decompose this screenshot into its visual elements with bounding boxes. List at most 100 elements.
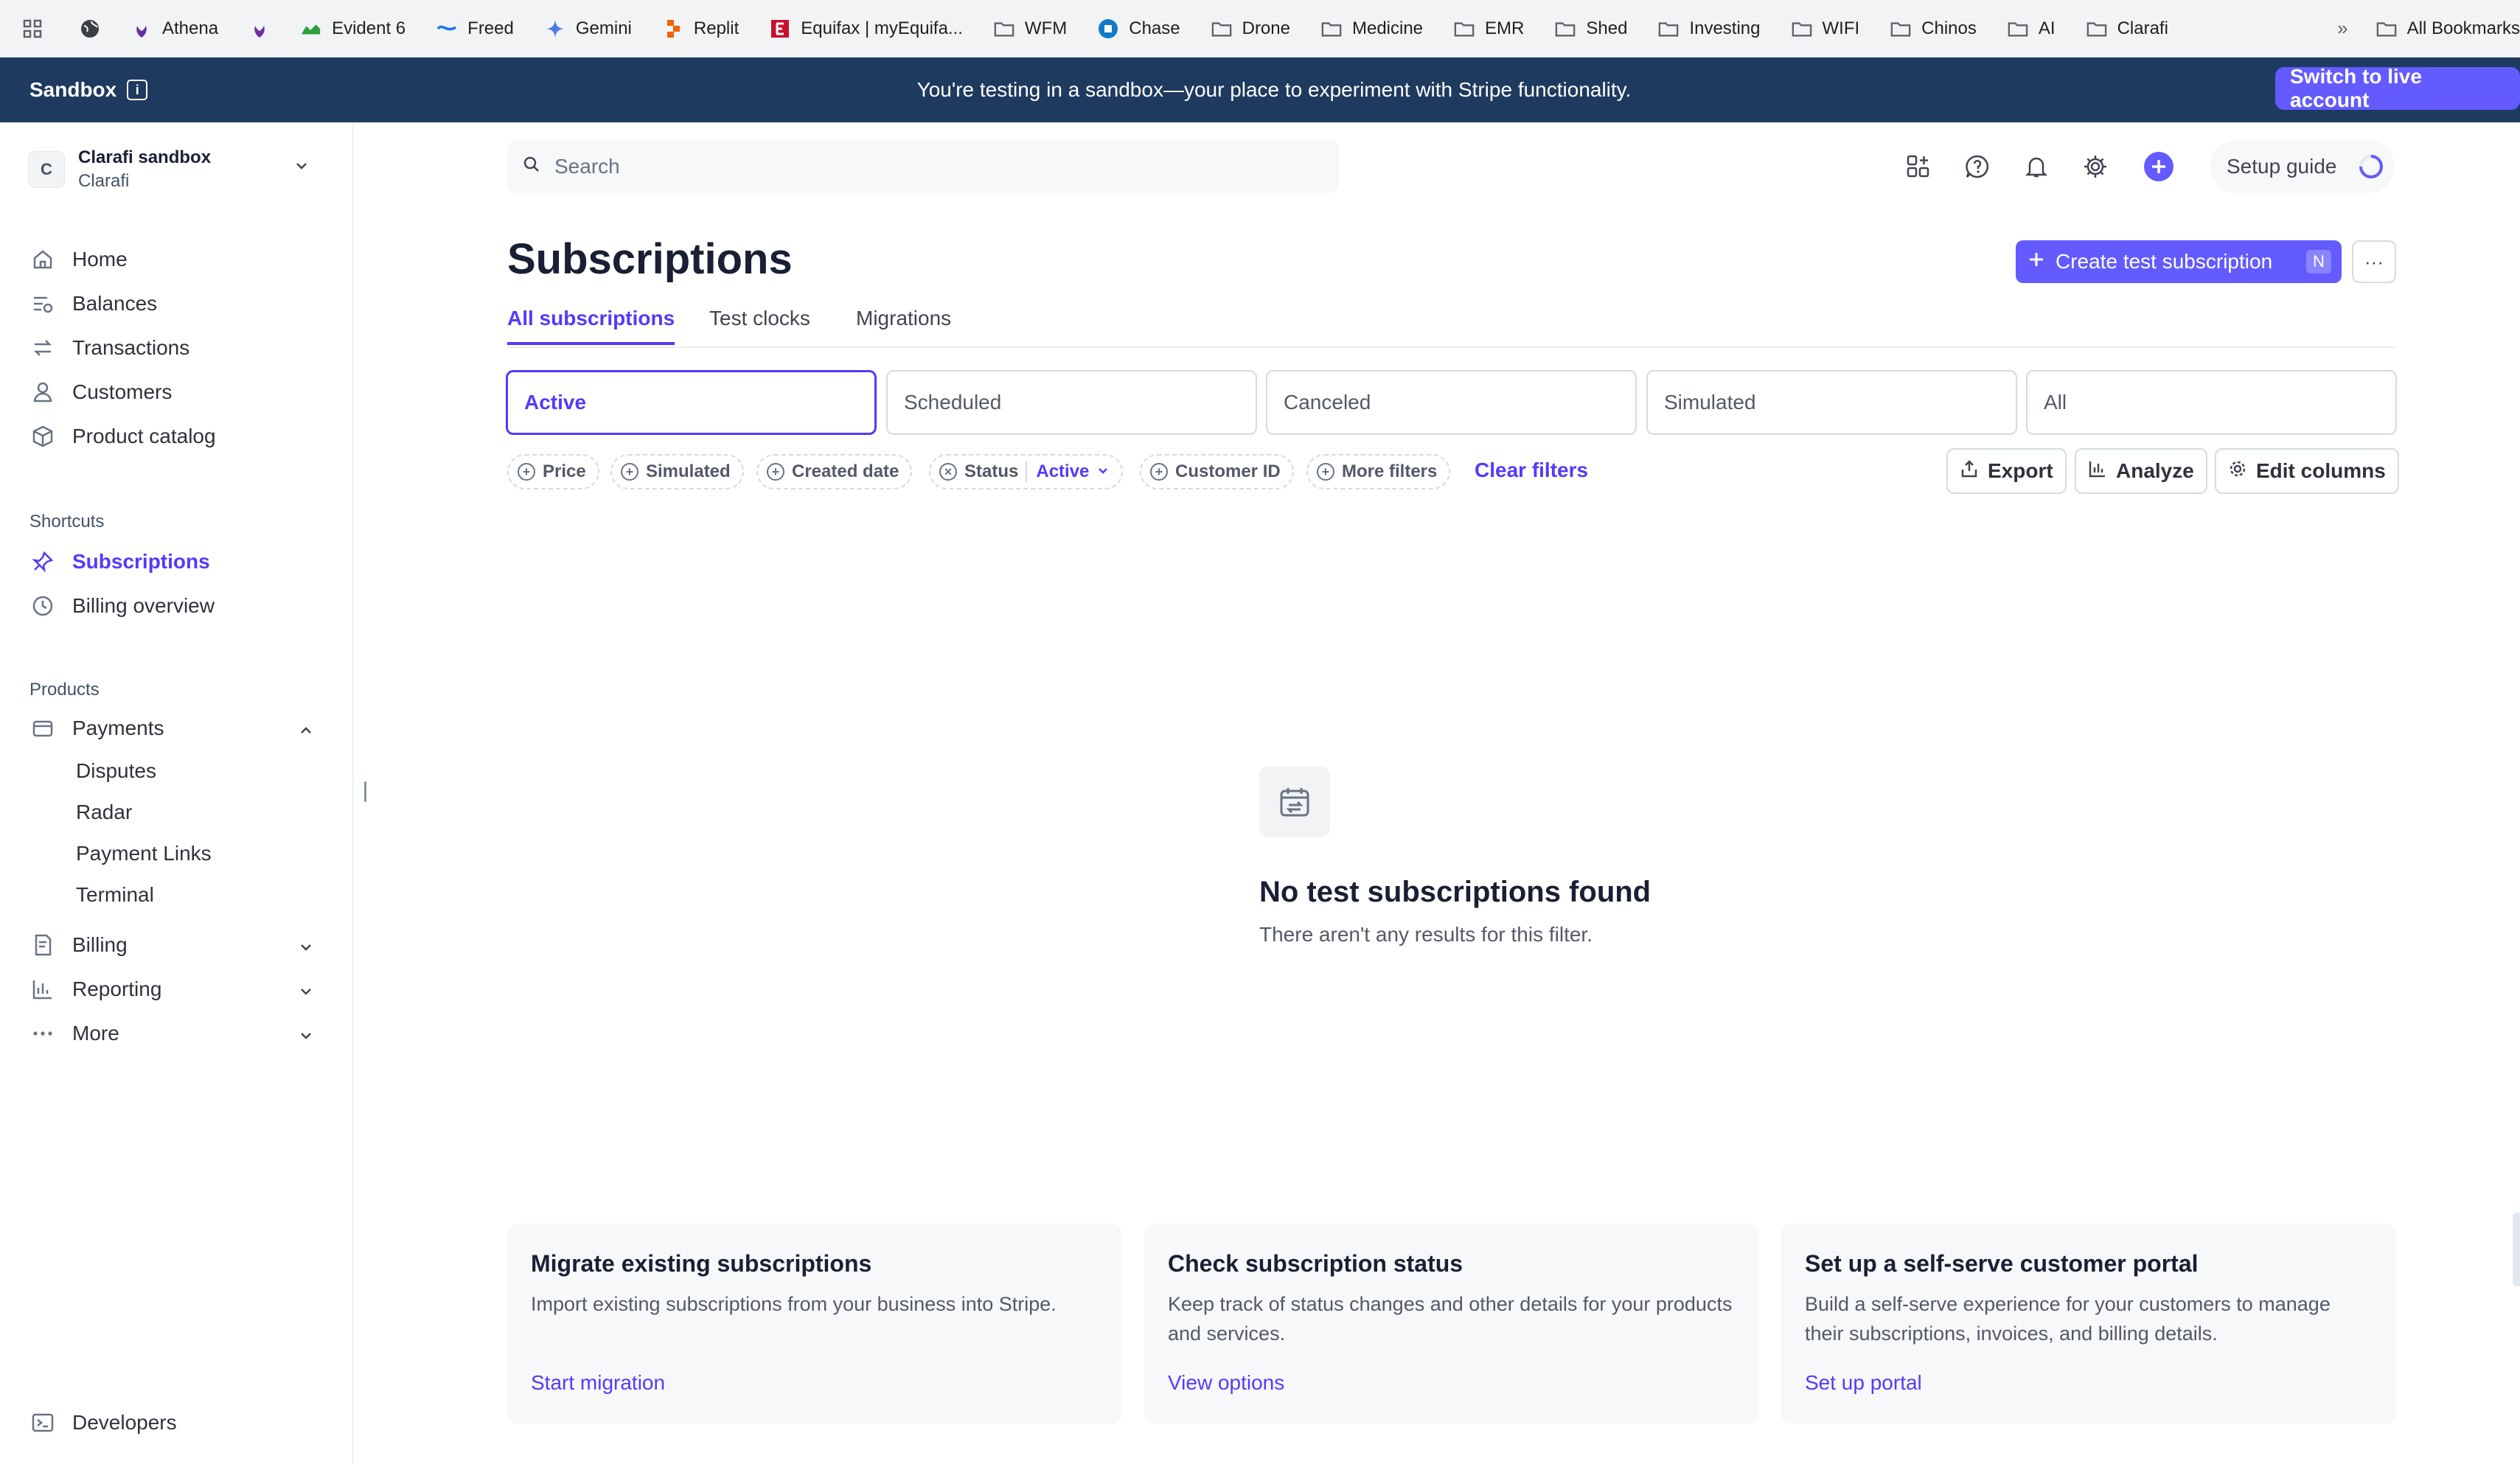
sidebar-item-customers[interactable]: Customers bbox=[29, 379, 172, 405]
create-test-subscription-button[interactable]: Create test subscription N bbox=[2016, 240, 2342, 283]
sidebar-resize-handle[interactable] bbox=[364, 781, 366, 802]
bookmark-label: WFM bbox=[1024, 18, 1068, 38]
help-icon[interactable] bbox=[1963, 152, 1992, 181]
bookmark-folder-ai[interactable]: AI bbox=[2008, 18, 2056, 39]
bookmark-label: Investing bbox=[1689, 18, 1761, 38]
sidebar-subitem-terminal[interactable]: Terminal bbox=[76, 883, 154, 907]
plus-circle-icon: + bbox=[1150, 463, 1168, 481]
sidebar-item-billing-overview[interactable]: Billing overview bbox=[29, 593, 215, 619]
tab-all-subscriptions[interactable]: All subscriptions bbox=[507, 307, 675, 345]
setup-guide-button[interactable]: Setup guide bbox=[2210, 140, 2395, 193]
billing-icon bbox=[29, 932, 56, 958]
plus-icon bbox=[2028, 250, 2045, 273]
empty-state-subtitle: There aren't any results for this filter… bbox=[1259, 923, 1593, 946]
card-title: Set up a self-serve customer portal bbox=[1805, 1250, 2199, 1277]
sidebar-subitem-payment-links[interactable]: Payment Links bbox=[76, 842, 212, 865]
status-card-all[interactable]: All bbox=[2026, 370, 2397, 435]
account-switcher[interactable]: C Clarafi sandbox Clarafi bbox=[28, 143, 323, 196]
filter-more-filters[interactable]: + More filters bbox=[1306, 454, 1451, 489]
chevron-down-icon[interactable] bbox=[298, 1028, 314, 1048]
bookmark-equifax[interactable]: Equifax | myEquifa... bbox=[770, 18, 963, 39]
view-options-link[interactable]: View options bbox=[1168, 1371, 1284, 1395]
bookmark-folder-shed[interactable]: Shed bbox=[1555, 18, 1627, 39]
filter-customer-id[interactable]: + Customer ID bbox=[1140, 454, 1294, 489]
filter-label: More filters bbox=[1342, 461, 1438, 481]
status-card-canceled[interactable]: Canceled bbox=[1266, 370, 1637, 435]
gear-icon[interactable] bbox=[2081, 152, 2110, 181]
shortcuts-heading: Shortcuts bbox=[29, 512, 105, 531]
status-card-active[interactable]: Active bbox=[506, 370, 877, 435]
more-actions-button[interactable]: ··· bbox=[2352, 240, 2396, 283]
sidebar-item-reporting[interactable]: Reporting bbox=[29, 976, 161, 1003]
edit-columns-label: Edit columns bbox=[2256, 459, 2386, 482]
plus-circle-icon: + bbox=[1317, 463, 1334, 481]
folder-icon bbox=[1792, 18, 1812, 39]
bookmark-label: Chinos bbox=[1921, 18, 1977, 38]
filter-price[interactable]: + Price bbox=[507, 454, 599, 489]
sidebar-item-payments[interactable]: Payments bbox=[29, 715, 164, 742]
apps-icon[interactable] bbox=[22, 18, 43, 39]
export-button[interactable]: Export bbox=[1946, 448, 2067, 494]
sidebar-subitem-disputes[interactable]: Disputes bbox=[76, 759, 156, 783]
bookmark-folder-medicine[interactable]: Medicine bbox=[1321, 18, 1423, 39]
chevron-up-icon[interactable] bbox=[298, 722, 314, 742]
apps-grid-icon[interactable] bbox=[1904, 152, 1933, 181]
bookmark-folder-drone[interactable]: Drone bbox=[1211, 18, 1290, 39]
bell-icon[interactable] bbox=[2022, 152, 2051, 181]
sidebar-item-balances[interactable]: Balances bbox=[29, 290, 157, 317]
bookmarks-overflow-button[interactable]: » bbox=[2337, 17, 2347, 40]
filter-status[interactable]: × Status Active bbox=[929, 454, 1124, 489]
bookmark-label: Replit bbox=[693, 18, 739, 38]
sidebar-subitem-radar[interactable]: Radar bbox=[76, 801, 132, 824]
bookmark-label: Freed bbox=[467, 18, 514, 38]
status-card-scheduled[interactable]: Scheduled bbox=[886, 370, 1257, 435]
bookmark-folder-emr[interactable]: EMR bbox=[1454, 18, 1524, 39]
bookmark-evident[interactable]: Evident 6 bbox=[301, 18, 406, 39]
all-bookmarks[interactable]: All Bookmarks bbox=[2376, 18, 2520, 39]
sidebar-item-product-catalog[interactable]: Product catalog bbox=[29, 423, 216, 450]
bookmark-folder-wifi[interactable]: WIFI bbox=[1792, 18, 1859, 39]
chevron-down-icon[interactable] bbox=[298, 983, 314, 1003]
search-bar[interactable]: Search bbox=[507, 140, 1339, 193]
filter-simulated[interactable]: + Simulated bbox=[610, 454, 744, 489]
filter-created-date[interactable]: + Created date bbox=[756, 454, 913, 489]
sidebar-item-developers[interactable]: Developers bbox=[29, 1409, 177, 1436]
plus-icon[interactable] bbox=[2144, 152, 2173, 181]
bookmark-folder-investing[interactable]: Investing bbox=[1658, 18, 1761, 39]
switch-to-live-button[interactable]: Switch to live account bbox=[2275, 65, 2520, 111]
bookmark-freed[interactable]: Freed bbox=[436, 18, 514, 39]
tab-test-clocks[interactable]: Test clocks bbox=[709, 307, 810, 342]
bookmark-folder-wfm[interactable]: WFM bbox=[994, 18, 1067, 39]
sidebar-item-home[interactable]: Home bbox=[29, 246, 128, 273]
sidebar-item-subscriptions[interactable]: Subscriptions bbox=[29, 548, 210, 575]
bookmark-athena[interactable]: Athena bbox=[131, 18, 218, 39]
set-up-portal-link[interactable]: Set up portal bbox=[1805, 1371, 1922, 1395]
bookmark-athena-2[interactable] bbox=[249, 18, 270, 39]
card-title: Migrate existing subscriptions bbox=[531, 1250, 872, 1277]
bookmark-chase[interactable]: Chase bbox=[1098, 18, 1180, 39]
sidebar-item-billing[interactable]: Billing bbox=[29, 932, 128, 958]
bookmark-folder-clarafi[interactable]: Clarafi bbox=[2086, 18, 2168, 39]
tab-migrations[interactable]: Migrations bbox=[856, 307, 951, 342]
start-migration-link[interactable]: Start migration bbox=[531, 1371, 665, 1395]
filter-label: Customer ID bbox=[1175, 461, 1281, 481]
all-bookmarks-label: All Bookmarks bbox=[2406, 18, 2520, 38]
clear-filters-link[interactable]: Clear filters bbox=[1475, 459, 1588, 482]
sidebar-item-label: Product catalog bbox=[72, 425, 216, 447]
chevron-down-icon[interactable] bbox=[298, 939, 314, 959]
remove-circle-icon[interactable]: × bbox=[939, 463, 957, 481]
edit-columns-button[interactable]: Edit columns bbox=[2215, 448, 2399, 494]
bookmark-replit[interactable]: Replit bbox=[663, 18, 739, 39]
sidebar-item-transactions[interactable]: Transactions bbox=[29, 335, 189, 361]
status-card-simulated[interactable]: Simulated bbox=[1646, 370, 2017, 435]
bookmark-folder-chinos[interactable]: Chinos bbox=[1890, 18, 1977, 39]
analyze-button[interactable]: Analyze bbox=[2075, 448, 2207, 494]
progress-ring-icon bbox=[2358, 153, 2384, 185]
sidebar-item-label: Billing overview bbox=[72, 594, 215, 617]
bookmark-globe[interactable] bbox=[80, 18, 100, 39]
bookmark-gemini[interactable]: Gemini bbox=[545, 18, 632, 39]
plus-circle-icon: + bbox=[767, 463, 784, 481]
bookmark-label: Athena bbox=[162, 18, 219, 38]
sidebar-item-more[interactable]: More bbox=[29, 1020, 119, 1047]
side-panel-tab[interactable] bbox=[2513, 1213, 2520, 1286]
